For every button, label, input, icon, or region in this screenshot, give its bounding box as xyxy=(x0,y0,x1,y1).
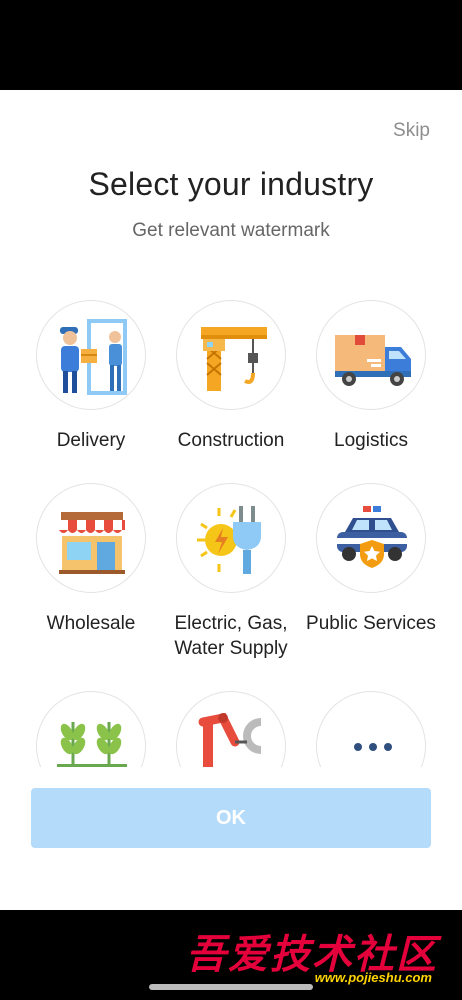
page-subtitle: Get relevant watermark xyxy=(132,220,330,241)
construction-crane-icon xyxy=(176,300,286,410)
industry-manufacturing[interactable] xyxy=(156,691,306,767)
industry-label: Wholesale xyxy=(46,613,136,634)
status-bar xyxy=(0,0,462,90)
industry-utilities[interactable]: Electric, Gas, Water Supply xyxy=(156,483,306,661)
industry-selection-screen: Skip Select your industry Get relevant w… xyxy=(0,90,462,910)
industry-label: Construction xyxy=(177,430,285,451)
page-title: Select your industry xyxy=(88,166,374,202)
delivery-truck-icon xyxy=(316,300,426,410)
wheat-icon xyxy=(36,691,146,767)
industry-label: Public Services xyxy=(306,613,436,634)
industry-agriculture[interactable] xyxy=(16,691,166,767)
industry-label: Logistics xyxy=(334,430,408,451)
robotic-arm-icon xyxy=(176,691,286,767)
industry-label: Delivery xyxy=(56,430,126,451)
industry-public-services[interactable]: Public Services xyxy=(296,483,446,636)
industry-construction[interactable]: Construction xyxy=(156,300,306,453)
home-indicator[interactable] xyxy=(149,984,313,990)
skip-button[interactable]: Skip xyxy=(393,120,430,142)
industry-delivery[interactable]: Delivery xyxy=(16,300,166,453)
delivery-icon xyxy=(36,300,146,410)
watermark-url: www.pojieshu.com xyxy=(314,970,432,985)
industry-label: Electric, Gas, Water Supply xyxy=(174,613,288,659)
navigation-bar: 吾爱技术社区 www.pojieshu.com xyxy=(0,910,462,1000)
more-dots-icon xyxy=(316,691,426,767)
industry-grid: Delivery Construction Logistics Wholesal… xyxy=(0,300,462,767)
police-car-icon xyxy=(316,483,426,593)
ok-button[interactable]: OK xyxy=(31,788,431,848)
power-plug-icon xyxy=(176,483,286,593)
industry-logistics[interactable]: Logistics xyxy=(296,300,446,453)
industry-more[interactable] xyxy=(296,691,446,767)
industry-wholesale[interactable]: Wholesale xyxy=(16,483,166,636)
storefront-icon xyxy=(36,483,146,593)
